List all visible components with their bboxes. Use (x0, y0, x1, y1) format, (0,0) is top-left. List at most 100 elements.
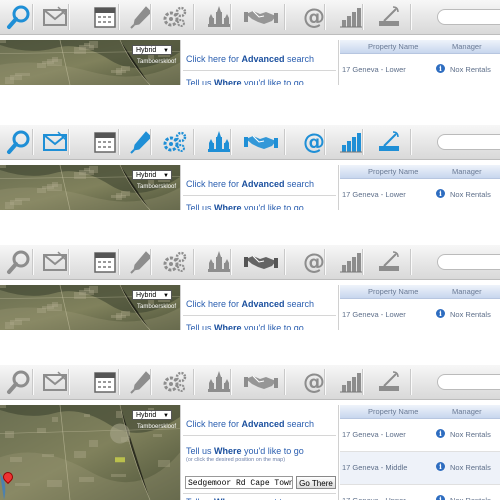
mail-icon[interactable] (41, 3, 69, 31)
property-table: Property Name Manager 17 Geneva - Lower … (340, 285, 500, 330)
mail-icon[interactable] (41, 128, 69, 156)
divider (183, 435, 336, 436)
map-type-select[interactable]: Hybrid ▼ (132, 45, 172, 55)
go-there-button[interactable]: Go There (296, 476, 336, 489)
toolbar-search-field[interactable] (437, 9, 500, 25)
table-row[interactable]: 17 Geneva - Lower i Nox Rentals (340, 179, 500, 210)
toolbar-separator (410, 129, 411, 155)
info-icon[interactable]: i (436, 429, 445, 438)
castle-icon[interactable] (205, 248, 233, 276)
column-header-manager[interactable]: Manager (452, 407, 482, 416)
toolbar-separator (284, 249, 285, 275)
gears-icon[interactable] (161, 248, 189, 276)
map-view[interactable]: Hybrid ▼ Tamboerskloof (0, 405, 180, 500)
map-view[interactable]: Hybrid ▼ Tamboerskloof (0, 40, 180, 85)
advanced-search-link[interactable]: Click here for Advanced search (186, 419, 314, 429)
map-view[interactable]: Hybrid ▼ Tamboerskloof (0, 285, 180, 330)
toolbar-separator (324, 129, 325, 155)
mail-icon[interactable] (41, 248, 69, 276)
search-icon[interactable] (5, 368, 33, 396)
table-row[interactable]: 17 Geneva - Lower i Nox Rentals (340, 54, 500, 85)
info-icon[interactable]: i (436, 462, 445, 471)
bar-chart-icon[interactable] (337, 128, 365, 156)
bar-chart-icon[interactable] (337, 3, 365, 31)
mail-icon[interactable] (41, 368, 69, 396)
app-panel-1: @ Hybrid ▼ Tamboerskloof Click here for A… (0, 0, 500, 85)
map-type-select[interactable]: Hybrid ▼ (132, 170, 172, 180)
info-icon[interactable]: i (436, 495, 445, 500)
search-icon[interactable] (5, 3, 33, 31)
toolbar-separator (150, 369, 151, 395)
toolbar-separator (118, 129, 119, 155)
router-icon[interactable] (375, 3, 403, 31)
toolbar-search-field[interactable] (437, 254, 500, 270)
toolbar-separator (150, 4, 151, 30)
divider (183, 195, 336, 196)
search-panel: Click here for Advanced search Tell us W… (180, 165, 339, 210)
column-header-property[interactable]: Property Name (368, 167, 418, 176)
toolbar-search-field[interactable] (437, 374, 500, 390)
toolbar-separator (324, 4, 325, 30)
toolbar: @ (0, 0, 500, 35)
toolbar-separator (410, 4, 411, 30)
info-icon[interactable]: i (436, 309, 445, 318)
calendar-icon[interactable] (91, 368, 119, 396)
calendar-icon[interactable] (91, 248, 119, 276)
column-header-manager[interactable]: Manager (452, 167, 482, 176)
handshake-icon[interactable] (243, 248, 279, 276)
toolbar-separator (68, 4, 69, 30)
search-icon[interactable] (5, 248, 33, 276)
handshake-icon[interactable] (243, 128, 279, 156)
map-type-select[interactable]: Hybrid ▼ (132, 290, 172, 300)
search-icon[interactable] (5, 128, 33, 156)
column-header-property[interactable]: Property Name (368, 407, 418, 416)
calendar-icon[interactable] (91, 128, 119, 156)
castle-icon[interactable] (205, 128, 233, 156)
column-header-manager[interactable]: Manager (452, 287, 482, 296)
calendar-icon[interactable] (91, 3, 119, 31)
handshake-icon[interactable] (243, 368, 279, 396)
toolbar-separator (362, 4, 363, 30)
castle-icon[interactable] (205, 3, 233, 31)
table-row[interactable]: 17 Geneva - Lower i Nox Rentals (340, 419, 500, 452)
table-row[interactable]: 17 Geneva - Lower i Nox Rentals (340, 299, 500, 330)
chevron-down-icon: ▼ (163, 293, 169, 299)
router-icon[interactable] (375, 128, 403, 156)
handshake-icon[interactable] (243, 3, 279, 31)
toolbar-separator (193, 369, 194, 395)
search-panel: Click here for Advanced search Tell us W… (180, 405, 339, 500)
bar-chart-icon[interactable] (337, 248, 365, 276)
table-row[interactable]: 17 Geneva - Middle i Nox Rentals (340, 452, 500, 485)
map-view[interactable]: Hybrid ▼ Tamboerskloof (0, 165, 180, 210)
router-icon[interactable] (375, 248, 403, 276)
info-icon[interactable]: i (436, 189, 445, 198)
property-name: 17 Geneva - Lower (342, 430, 406, 439)
info-icon[interactable]: i (436, 64, 445, 73)
map-type-select[interactable]: Hybrid ▼ (132, 410, 172, 420)
toolbar-separator (284, 369, 285, 395)
property-name: 17 Geneva - Lower (342, 190, 406, 199)
where-heading: Tell us Where you'd like to go (186, 203, 304, 210)
advanced-search-link[interactable]: Click here for Advanced search (186, 179, 314, 189)
toolbar-search-field[interactable] (437, 134, 500, 150)
toolbar-separator (32, 129, 33, 155)
divider (183, 315, 336, 316)
gears-icon[interactable] (161, 368, 189, 396)
toolbar-separator (324, 369, 325, 395)
column-header-property[interactable]: Property Name (368, 42, 418, 51)
castle-icon[interactable] (205, 368, 233, 396)
where-heading: Tell us Where you'd like to go (186, 78, 304, 85)
gears-icon[interactable] (161, 128, 189, 156)
advanced-search-link[interactable]: Click here for Advanced search (186, 299, 314, 309)
address-input[interactable]: Sedgemoor Rd Cape Town (185, 476, 293, 489)
column-header-property[interactable]: Property Name (368, 287, 418, 296)
gears-icon[interactable] (161, 3, 189, 31)
toolbar-separator (410, 369, 411, 395)
app-panel-4: @ Hybrid ▼ Tamboerskloof Click here for A… (0, 365, 500, 500)
router-icon[interactable] (375, 368, 403, 396)
toolbar-separator (284, 129, 285, 155)
advanced-search-link[interactable]: Click here for Advanced search (186, 54, 314, 64)
column-header-manager[interactable]: Manager (452, 42, 482, 51)
bar-chart-icon[interactable] (337, 368, 365, 396)
table-row[interactable]: 17 Geneva - Upper i Nox Rentals (340, 485, 500, 500)
